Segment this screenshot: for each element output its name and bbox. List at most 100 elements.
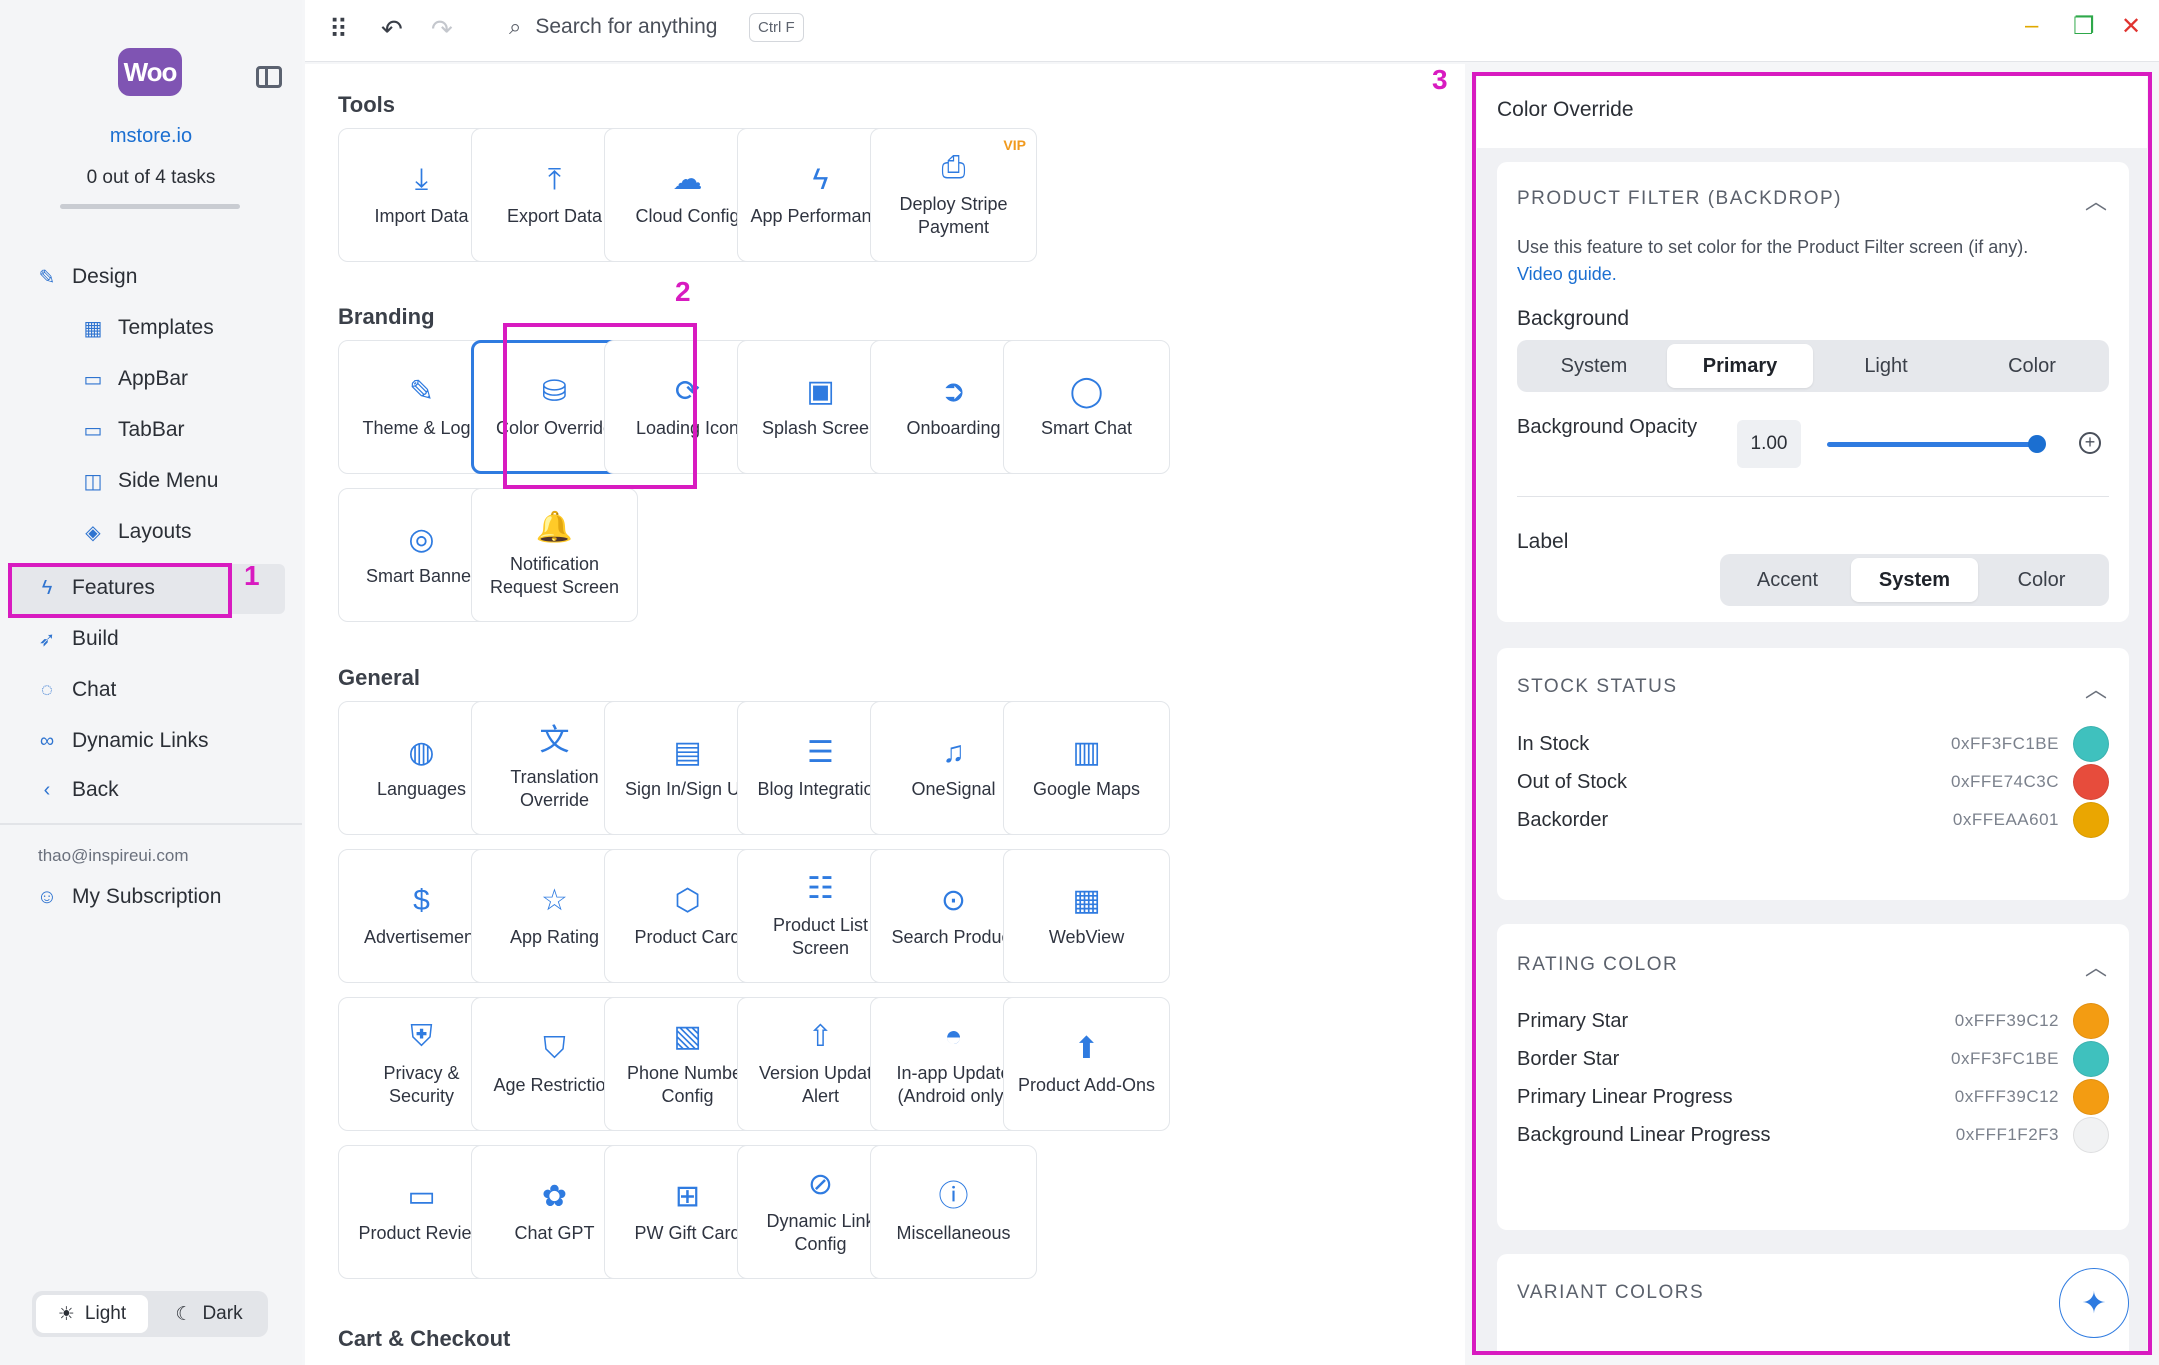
webview-icon: ▦ (1072, 883, 1101, 917)
nav-build[interactable]: ➶ Build (36, 627, 119, 651)
vip-badge: VIP (1003, 137, 1026, 153)
nav-side-menu[interactable]: ◫ Side Menu (82, 469, 219, 493)
section-general-title: General (338, 665, 420, 690)
appbar-icon: ▭ (83, 368, 103, 391)
close-icon[interactable]: ✕ (2121, 12, 2141, 41)
feature-card-label: OneSignal (911, 778, 996, 799)
sidebar: Woo mstore.io 0 out of 4 tasks ✎ Design … (0, 0, 302, 1365)
feature-card-label: Google Maps (1032, 778, 1141, 799)
globe-icon: ◍ (408, 735, 435, 769)
bell-icon: 🔔 (535, 511, 574, 544)
theme-dark-label: Dark (202, 1303, 243, 1324)
feature-card-label: Product Add-Ons (1017, 1074, 1156, 1095)
user-email: thao@inspireui.com (38, 846, 189, 865)
image-icon: ▣ (806, 374, 835, 408)
nav-templates[interactable]: ▦ Templates (82, 316, 214, 340)
top-bar: ⠿ ↶ ↷ ⌕ Search for anything Ctrl F – ❐ ✕ (305, 0, 2159, 62)
nav-appbar[interactable]: ▭ AppBar (82, 367, 189, 391)
annotation-box-3 (1472, 72, 2152, 1355)
sidebar-toggle-icon[interactable] (256, 66, 282, 88)
feature-card-label: Product Card (634, 926, 741, 947)
nav-tabbar[interactable]: ▭ TabBar (82, 418, 185, 442)
annotation-number-1: 1 (244, 560, 260, 591)
arrow-circle-icon: ➲ (940, 374, 967, 408)
tasks-progress-text: 0 out of 4 tasks (86, 167, 216, 188)
feature-card-label: Theme & Logo (362, 417, 481, 438)
theme-switch: ☀ Light ☾ Dark (32, 1291, 268, 1337)
feature-card-label: Smart Banner (365, 565, 478, 586)
brush-icon: ✎ (38, 266, 56, 289)
upload-bold-icon: ⬆ (1073, 1031, 1100, 1065)
feature-card-product-add-ons[interactable]: ⬆ Product Add-Ons (1003, 997, 1170, 1131)
search-placeholder[interactable]: Search for anything (535, 15, 717, 39)
nav-side-menu-label: Side Menu (118, 469, 219, 492)
ai-sparkle-button[interactable]: ✦ (2059, 1268, 2129, 1338)
feature-card-label: Onboarding (906, 417, 1001, 438)
export-icon: ⤒ (547, 162, 562, 196)
section-cart-title: Cart & Checkout (338, 1326, 511, 1351)
redo-icon[interactable]: ↷ (431, 14, 453, 45)
nav-design-label: Design (72, 265, 138, 288)
annotation-box-2 (503, 323, 697, 489)
apps-grid-icon[interactable]: ⠿ (329, 14, 348, 45)
android-icon: ◓ (944, 1020, 963, 1053)
nav-back[interactable]: ‹ Back (36, 778, 119, 802)
feature-card-label: Smart Chat (1040, 417, 1133, 438)
list-icon: ☷ (807, 872, 834, 905)
sun-icon: ☀ (57, 1303, 75, 1325)
nav-chat[interactable]: ◌ Chat (36, 678, 116, 702)
theme-dark-button[interactable]: ☾ Dark (154, 1295, 264, 1333)
brush-icon: ✎ (408, 374, 435, 408)
nav-build-label: Build (72, 627, 119, 650)
feature-card-smart-chat[interactable]: ◯ Smart Chat (1003, 340, 1170, 474)
nav-design[interactable]: ✎ Design (36, 265, 138, 289)
tasks-progress-bar (60, 204, 240, 209)
star-icon: ☆ (541, 883, 568, 917)
layers-icon: ◈ (85, 521, 101, 544)
feature-card-label: Notification Request Screen (489, 554, 620, 597)
target-icon: ◎ (408, 522, 435, 556)
nav-dynamic-links[interactable]: ∞ Dynamic Links (36, 729, 209, 753)
theme-light-button[interactable]: ☀ Light (36, 1295, 148, 1333)
link-icon: ⊘ (807, 1168, 834, 1201)
feature-card-label: Miscellaneous (896, 1222, 1011, 1243)
feature-card-label: Export Data (506, 205, 603, 226)
search-box[interactable]: ⌕ Search for anything (509, 14, 717, 40)
nav-tabbar-label: TabBar (118, 418, 185, 441)
tabbar-icon: ▭ (83, 419, 103, 442)
undo-icon[interactable]: ↶ (381, 14, 403, 45)
moon-icon: ☾ (175, 1303, 193, 1325)
chat-icon: ◌ (41, 678, 53, 701)
maximize-icon[interactable]: ❐ (2073, 12, 2095, 41)
map-icon: ▥ (1072, 735, 1101, 769)
nav-dynamic-links-label: Dynamic Links (72, 729, 209, 752)
feature-card-label: Chat GPT (514, 1222, 595, 1243)
box-icon: ⬡ (674, 883, 701, 917)
feature-card-google-maps[interactable]: ▥ Google Maps (1003, 701, 1170, 835)
nav-my-subscription[interactable]: ☺ My Subscription (36, 885, 222, 909)
minimize-icon[interactable]: – (2025, 12, 2038, 40)
theme-light-label: Light (84, 1303, 127, 1324)
contact-icon: ▧ (673, 1020, 702, 1053)
feature-card-label: Import Data (374, 205, 469, 226)
feature-card-notification-request-screen[interactable]: 🔔 Notification Request Screen (471, 488, 638, 622)
store-name[interactable]: mstore.io (0, 125, 302, 148)
feature-card-deploy-stripe-payment[interactable]: ⎙ Deploy Stripe Payment VIP (870, 128, 1037, 262)
feature-card-label: App Rating (509, 926, 600, 947)
nav-layouts[interactable]: ◈ Layouts (82, 520, 191, 544)
nav-appbar-label: AppBar (118, 367, 189, 390)
section-branding-title: Branding (338, 304, 435, 329)
feature-card-webview[interactable]: ▦ WebView (1003, 849, 1170, 983)
feature-card-label: WebView (1048, 926, 1125, 947)
nav-my-subscription-label: My Subscription (72, 885, 222, 908)
chevron-left-icon: ‹ (43, 778, 51, 801)
rocket-icon: ➶ (38, 628, 56, 651)
sidebar-divider (0, 823, 302, 825)
exclamation-icon: ⓘ (938, 1179, 969, 1213)
feature-card-miscellaneous[interactable]: ⓘ Miscellaneous (870, 1145, 1037, 1279)
file-icon: ⎙ (941, 151, 966, 184)
chat-bubble-icon: ◯ (1069, 374, 1104, 408)
bolt-icon: ϟ (812, 162, 829, 196)
bell-outline-icon: ♫ (942, 735, 965, 769)
feature-card-label: PW Gift Card (634, 1222, 741, 1243)
